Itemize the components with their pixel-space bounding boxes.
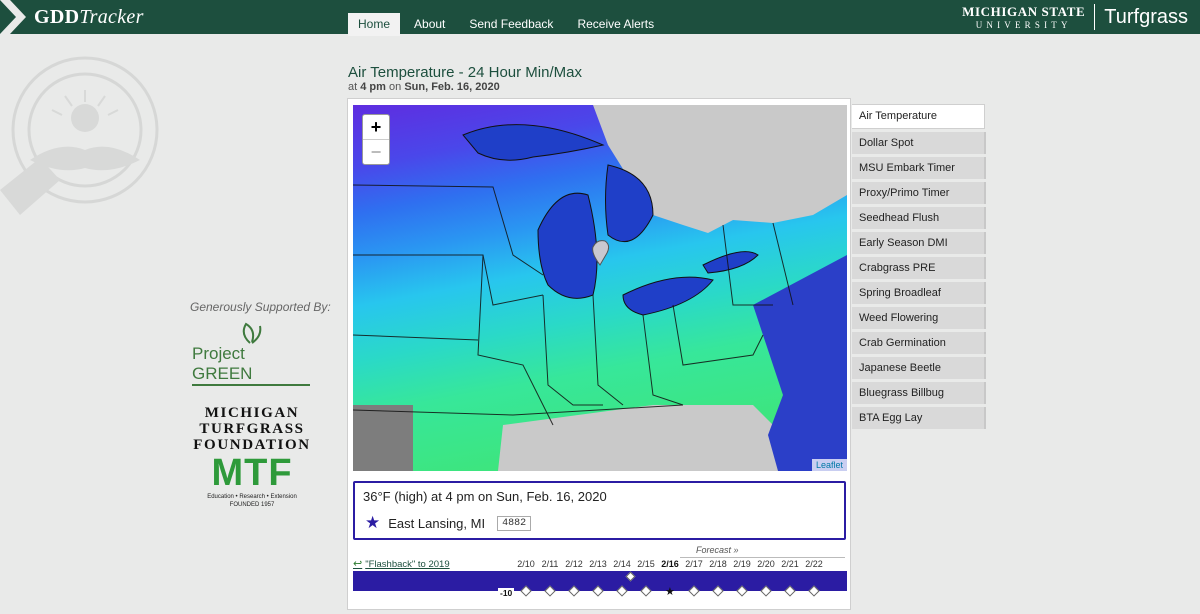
timeline-date-label[interactable]: 2/11 — [539, 559, 561, 569]
msu-seal-watermark-icon — [0, 56, 159, 215]
nav-receive-alerts[interactable]: Receive Alerts — [567, 13, 664, 34]
timeline-date-label[interactable]: 2/17 — [683, 559, 705, 569]
layer-menu: Air Temperature Dollar Spot MSU Embark Tim… — [852, 104, 986, 432]
msu-wordmark: MICHIGAN STATE UNIVERSITY — [962, 4, 1085, 30]
menu-item-bluegrass-billbug[interactable]: Bluegrass Billbug — [852, 382, 986, 404]
nav-about[interactable]: About — [404, 13, 455, 34]
zoom-control: + − — [362, 114, 390, 165]
timeline-date-label[interactable]: 2/22 — [803, 559, 825, 569]
heatmap-layer — [353, 105, 847, 471]
current-day-star-icon[interactable]: ★ — [665, 585, 675, 598]
menu-item-dollar-spot[interactable]: Dollar Spot — [852, 132, 986, 154]
menu-item-seedhead-flush[interactable]: Seedhead Flush — [852, 207, 986, 229]
project-green-text: Project GREEN — [192, 344, 310, 386]
page-subtitle: at 4 pm on Sun, Feb. 16, 2020 — [348, 81, 500, 93]
temperature-reading: 36°F (high) at 4 pm on Sun, Feb. 16, 202… — [363, 489, 607, 504]
mtf-tagline: Education • Research • Extension — [207, 494, 297, 500]
timeline-date-label[interactable]: 2/15 — [635, 559, 657, 569]
timeline-date-label[interactable]: 2/20 — [755, 559, 777, 569]
timeline-date-label[interactable]: 2/14 — [611, 559, 633, 569]
star-icon: ★ — [365, 513, 381, 532]
mtf-line2: TURFGRASS — [199, 421, 305, 437]
location-code: 4882 — [497, 515, 532, 531]
project-green-logo[interactable]: Project GREEN — [192, 322, 310, 386]
main-nav: Home About Send Feedback Receive Alerts — [348, 13, 668, 36]
mtf-line1: MICHIGAN — [204, 405, 300, 421]
zoom-out-button[interactable]: − — [363, 139, 389, 164]
timeline-date-label[interactable]: 2/16 — [659, 559, 681, 569]
return-arrow-icon: ↩ — [353, 558, 363, 570]
menu-item-proxy-primo-timer[interactable]: Proxy/Primo Timer — [852, 182, 986, 204]
timeline-date-label[interactable]: 2/10 — [515, 559, 537, 569]
timeline-value-label: -10 — [498, 588, 515, 598]
brand-name: GDDTracker — [34, 5, 144, 28]
mtf-line3: FOUNDATION — [193, 437, 311, 453]
leaf-icon — [242, 322, 262, 344]
timeline-date-label[interactable]: 2/12 — [563, 559, 585, 569]
chevron-logo-icon — [0, 0, 26, 34]
nav-send-feedback[interactable]: Send Feedback — [459, 13, 563, 34]
nav-home[interactable]: Home — [348, 13, 401, 36]
menu-item-japanese-beetle[interactable]: Japanese Beetle — [852, 357, 986, 379]
mtf-logo[interactable]: MICHIGAN TURFGRASS FOUNDATION MTF Educat… — [192, 405, 312, 509]
page-title: Air Temperature - 24 Hour Min/Max — [348, 64, 582, 81]
menu-item-crab-germination[interactable]: Crab Germination — [852, 332, 986, 354]
gddtracker-logo[interactable]: GDDTracker — [0, 0, 144, 34]
timeline-date-label[interactable]: 2/13 — [587, 559, 609, 569]
timeline-date-label[interactable]: 2/19 — [731, 559, 753, 569]
map-panel: + − Leaflet 36°F (high) at 4 pm on Sun, … — [347, 98, 851, 610]
msu-turfgrass-logo[interactable]: MICHIGAN STATE UNIVERSITY Turfgrass — [962, 1, 1188, 33]
menu-item-spring-broadleaf[interactable]: Spring Broadleaf — [852, 282, 986, 304]
menu-item-msu-embark-timer[interactable]: MSU Embark Timer — [852, 157, 986, 179]
supported-by-label: Generously Supported By: — [190, 300, 331, 314]
timeline-date-label[interactable]: 2/18 — [707, 559, 729, 569]
leaflet-attribution-link[interactable]: Leaflet — [811, 459, 847, 471]
menu-item-weed-flowering[interactable]: Weed Flowering — [852, 307, 986, 329]
temperature-map[interactable]: + − Leaflet — [353, 105, 847, 471]
forecast-divider — [680, 557, 845, 558]
zoom-in-button[interactable]: + — [363, 115, 389, 139]
logo-divider — [1094, 4, 1096, 30]
location-name: East Lansing, MI — [388, 515, 486, 531]
msu-line1: MICHIGAN STATE — [962, 4, 1086, 19]
turfgrass-wordmark: Turfgrass — [1104, 5, 1188, 28]
menu-item-air-temperature[interactable]: Air Temperature — [852, 104, 985, 129]
timeline-date-label[interactable]: 2/21 — [779, 559, 801, 569]
menu-item-bta-egg-lay[interactable]: BTA Egg Lay — [852, 407, 986, 429]
location-row: ★ East Lansing, MI 4882 — [365, 513, 532, 533]
header-bar: GDDTracker Home About Send Feedback Rece… — [0, 0, 1200, 36]
menu-item-early-season-dmi[interactable]: Early Season DMI — [852, 232, 986, 254]
menu-item-crabgrass-pre[interactable]: Crabgrass PRE — [852, 257, 986, 279]
forecast-label: Forecast » — [696, 545, 739, 555]
info-box: 36°F (high) at 4 pm on Sun, Feb. 16, 202… — [353, 481, 846, 540]
msu-line2: UNIVERSITY — [975, 20, 1072, 30]
mtf-founded: FOUNDED 1957 — [229, 502, 275, 508]
mtf-abbr: MTF — [211, 452, 293, 494]
flashback-link[interactable]: ↩ "Flashback" to 2019 — [353, 557, 450, 570]
